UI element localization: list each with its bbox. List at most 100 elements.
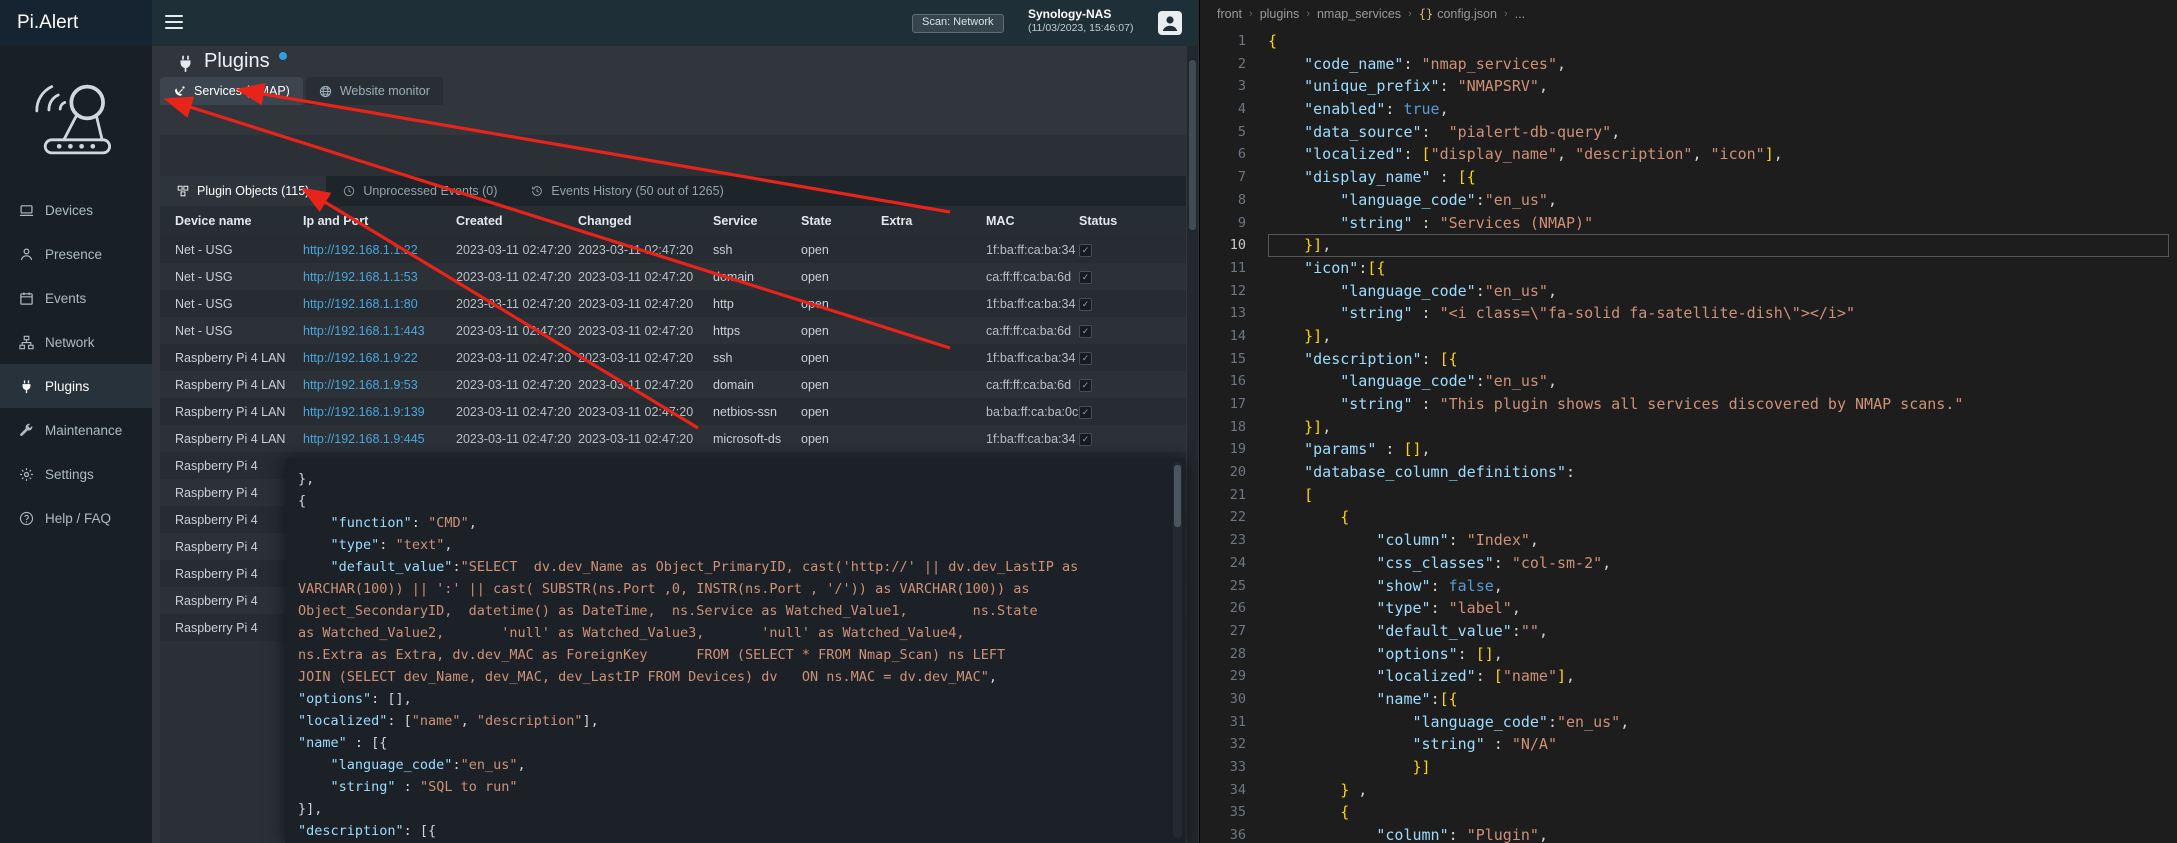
column-header-state[interactable]: State bbox=[801, 214, 881, 228]
column-header-created[interactable]: Created bbox=[456, 214, 578, 228]
subtab-plugin-objects-115[interactable]: Plugin Objects (115) bbox=[160, 176, 326, 206]
breadcrumb-item-config-json[interactable]: {}config.json bbox=[1419, 7, 1497, 21]
line-content: "enabled": true, bbox=[1268, 98, 2169, 121]
host-name: Synology-NAS bbox=[1028, 7, 1133, 21]
ip-port-link[interactable]: http://192.168.1.1:53 bbox=[303, 270, 418, 284]
column-header-service[interactable]: Service bbox=[713, 214, 801, 228]
code-line: 11 "icon":[{ bbox=[1200, 257, 2177, 280]
column-header-status[interactable]: Status bbox=[1079, 214, 1186, 228]
sidebar-item-label: Devices bbox=[45, 203, 93, 218]
status-checkbox[interactable]: ✓ bbox=[1079, 433, 1092, 446]
line-content: "string" : "This plugin shows all servic… bbox=[1268, 393, 2169, 416]
cell-status: ✓ bbox=[1079, 431, 1186, 446]
column-header-mac[interactable]: MAC bbox=[986, 214, 1079, 228]
cell-ip-port: http://192.168.1.1:53 bbox=[303, 270, 456, 284]
code-line: 5 "data_source": "pialert-db-query", bbox=[1200, 121, 2177, 144]
code-line: 1{ bbox=[1200, 30, 2177, 53]
sidebar-item-devices[interactable]: Devices bbox=[0, 188, 152, 232]
breadcrumb-item-[interactable]: ... bbox=[1515, 7, 1525, 21]
code-line: 2 "code_name": "nmap_services", bbox=[1200, 53, 2177, 76]
ip-port-link[interactable]: http://192.168.1.1:443 bbox=[303, 324, 425, 338]
line-content: "language_code":"en_us", bbox=[1268, 711, 2169, 734]
sql-code-line: }, bbox=[298, 468, 1185, 490]
column-header-device-name[interactable]: Device name bbox=[175, 214, 303, 228]
ip-port-link[interactable]: http://192.168.1.9:139 bbox=[303, 405, 425, 419]
sql-code-line: "type": "text", bbox=[298, 534, 1185, 556]
cell-created: 2023-03-11 02:47:20 bbox=[456, 378, 578, 392]
line-number: 8 bbox=[1200, 189, 1246, 212]
status-checkbox[interactable]: ✓ bbox=[1079, 244, 1092, 257]
events-icon bbox=[19, 291, 34, 306]
status-checkbox[interactable]: ✓ bbox=[1079, 352, 1092, 365]
editor-code[interactable]: 1{2 "code_name": "nmap_services",3 "uniq… bbox=[1200, 30, 2177, 843]
sidebar-item-help-faq[interactable]: Help / FAQ bbox=[0, 496, 152, 540]
table-row: Net - USGhttp://192.168.1.1:802023-03-11… bbox=[160, 290, 1186, 317]
sidebar-item-label: Events bbox=[45, 291, 86, 306]
breadcrumb-item-front[interactable]: front bbox=[1217, 7, 1242, 21]
status-checkbox[interactable]: ✓ bbox=[1079, 298, 1092, 311]
sidebar-item-label: Presence bbox=[45, 247, 102, 262]
ip-port-link[interactable]: http://192.168.1.9:445 bbox=[303, 432, 425, 446]
screen: Pi.Alert Scan: Network Synology-NAS (11/… bbox=[0, 0, 2177, 843]
app-scrollbar-thumb[interactable] bbox=[1189, 60, 1196, 230]
cell-device-name: Raspberry Pi 4 bbox=[175, 486, 303, 500]
sidebar-item-events[interactable]: Events bbox=[0, 276, 152, 320]
line-content: "type": "label", bbox=[1268, 597, 2169, 620]
plugins-help-dot[interactable] bbox=[279, 52, 287, 60]
line-content: } , bbox=[1268, 779, 2169, 802]
cell-ip-port: http://192.168.1.9:53 bbox=[303, 378, 456, 392]
line-number: 4 bbox=[1200, 98, 1246, 121]
line-content: }], bbox=[1268, 325, 2169, 348]
hamburger-icon[interactable] bbox=[165, 15, 183, 31]
line-content: "options": [], bbox=[1268, 643, 2169, 666]
sidebar-item-network[interactable]: Network bbox=[0, 320, 152, 364]
sidebar-item-plugins[interactable]: Plugins bbox=[0, 364, 152, 408]
cell-changed: 2023-03-11 02:47:20 bbox=[578, 243, 713, 257]
line-content: "code_name": "nmap_services", bbox=[1268, 53, 2169, 76]
table-row: Net - USGhttp://192.168.1.1:4432023-03-1… bbox=[160, 317, 1186, 344]
sidebar-item-label: Settings bbox=[45, 467, 94, 482]
cell-ip-port: http://192.168.1.1:80 bbox=[303, 297, 456, 311]
code-line: 13 "string" : "<i class=\"fa-solid fa-sa… bbox=[1200, 302, 2177, 325]
user-badge-icon[interactable] bbox=[1157, 10, 1183, 36]
ip-port-link[interactable]: http://192.168.1.9:22 bbox=[303, 351, 418, 365]
page-title: Plugins bbox=[176, 50, 287, 73]
subtab-events-history-50-out-of-1265[interactable]: Events History (50 out of 1265) bbox=[514, 176, 740, 206]
code-line: 31 "language_code":"en_us", bbox=[1200, 711, 2177, 734]
breadcrumb-item-plugins[interactable]: plugins bbox=[1260, 7, 1300, 21]
status-checkbox[interactable]: ✓ bbox=[1079, 379, 1092, 392]
tab-website-monitor[interactable]: Website monitor bbox=[306, 77, 443, 105]
line-number: 14 bbox=[1200, 325, 1246, 348]
line-number: 1 bbox=[1200, 30, 1246, 53]
ip-port-link[interactable]: http://192.168.1.1:22 bbox=[303, 243, 418, 257]
overlay-scrollbar[interactable] bbox=[1173, 462, 1182, 838]
status-checkbox[interactable]: ✓ bbox=[1079, 325, 1092, 338]
line-number: 13 bbox=[1200, 302, 1246, 325]
ip-port-link[interactable]: http://192.168.1.9:53 bbox=[303, 378, 418, 392]
column-header-changed[interactable]: Changed bbox=[578, 214, 713, 228]
line-content: "column": "Plugin", bbox=[1268, 824, 2169, 843]
overlay-scrollbar-thumb[interactable] bbox=[1174, 465, 1181, 527]
cell-created: 2023-03-11 02:47:20 bbox=[456, 324, 578, 338]
tab-services-nmap[interactable]: Services (NMAP) bbox=[160, 77, 303, 105]
sidebar-item-maintenance[interactable]: Maintenance bbox=[0, 408, 152, 452]
status-checkbox[interactable]: ✓ bbox=[1079, 271, 1092, 284]
cell-changed: 2023-03-11 02:47:20 bbox=[578, 297, 713, 311]
app-scrollbar[interactable] bbox=[1187, 46, 1198, 843]
code-line: 10 }], bbox=[1200, 234, 2177, 257]
code-line: 17 "string" : "This plugin shows all ser… bbox=[1200, 393, 2177, 416]
column-header-extra[interactable]: Extra bbox=[881, 214, 986, 228]
breadcrumb-item-nmap-services[interactable]: nmap_services bbox=[1317, 7, 1401, 21]
sidebar-item-presence[interactable]: Presence bbox=[0, 232, 152, 276]
line-content: "string" : "N/A" bbox=[1268, 733, 2169, 756]
cell-created: 2023-03-11 02:47:20 bbox=[456, 243, 578, 257]
subtab-unprocessed-events-0[interactable]: Unprocessed Events (0) bbox=[326, 176, 514, 206]
ip-port-link[interactable]: http://192.168.1.1:80 bbox=[303, 297, 418, 311]
sql-code-line: }], bbox=[298, 798, 1185, 820]
line-number: 11 bbox=[1200, 257, 1246, 280]
column-header-ip-and-port[interactable]: Ip and Port bbox=[303, 214, 456, 228]
status-checkbox[interactable]: ✓ bbox=[1079, 406, 1092, 419]
app-brand[interactable]: Pi.Alert bbox=[0, 0, 152, 46]
sidebar-item-settings[interactable]: Settings bbox=[0, 452, 152, 496]
sidebar-item-label: Network bbox=[45, 335, 95, 350]
